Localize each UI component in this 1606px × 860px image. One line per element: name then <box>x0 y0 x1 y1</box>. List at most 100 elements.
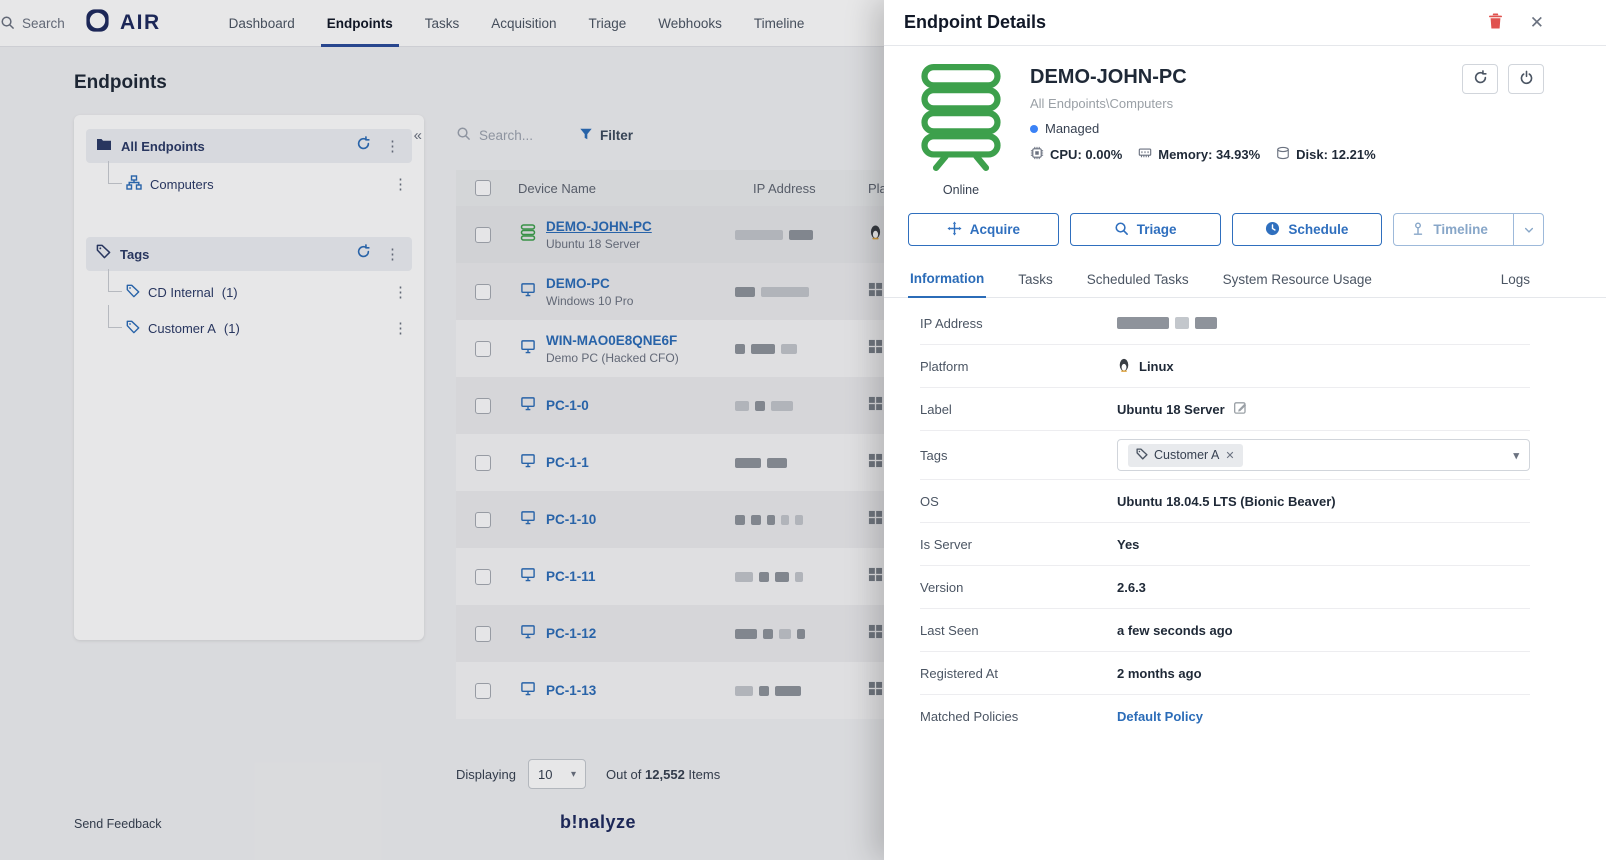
device-name-link[interactable]: PC-1-10 <box>546 512 596 527</box>
device-name-link[interactable]: PC-1-12 <box>546 626 596 641</box>
table-row[interactable]: DEMO-PC Windows 10 Pro <box>456 263 926 320</box>
tab-scheduled-tasks[interactable]: Scheduled Tasks <box>1085 272 1191 297</box>
refresh-endpoint-button[interactable] <box>1462 64 1498 94</box>
table-search-input[interactable]: Search... <box>456 126 533 144</box>
device-name-link[interactable]: PC-1-11 <box>546 569 596 584</box>
column-header-device[interactable]: Device Name <box>500 181 735 196</box>
tab-tasks[interactable]: Tasks <box>1016 272 1055 297</box>
kebab-menu-icon[interactable]: ⋮ <box>391 321 410 336</box>
nav-item-webhooks[interactable]: Webhooks <box>642 0 738 47</box>
tree-item-all-endpoints[interactable]: All Endpoints ⋮ <box>86 129 412 163</box>
disk-icon <box>1276 146 1290 163</box>
row-checkbox[interactable] <box>475 283 491 300</box>
table-row[interactable]: PC-1-11 <box>456 548 926 605</box>
shutdown-endpoint-button[interactable] <box>1508 64 1544 94</box>
tree-item-computers[interactable]: Computers ⋮ <box>86 161 412 199</box>
online-status: Online <box>942 183 980 197</box>
kebab-menu-icon[interactable]: ⋮ <box>383 247 402 262</box>
timeline-button[interactable]: Timeline <box>1393 213 1544 246</box>
nav-item-dashboard[interactable]: Dashboard <box>213 0 311 47</box>
managed-label: Managed <box>1045 121 1100 136</box>
table-row[interactable]: PC-1-12 <box>456 605 926 662</box>
delete-endpoint-button[interactable] <box>1483 8 1508 37</box>
tags-select[interactable]: Customer A ✕ ▾ <box>1117 439 1530 471</box>
tag-chip-label: Customer A <box>1154 448 1220 462</box>
page-size-select[interactable]: 10 ▾ <box>527 759 586 789</box>
tag-count: (1) <box>223 320 240 336</box>
managed-dot-icon <box>1030 124 1038 133</box>
tree-item-tags[interactable]: Tags ⋮ <box>86 237 412 271</box>
table-row[interactable]: PC-1-0 <box>456 377 926 434</box>
tree-item-tag-customer-a[interactable]: Customer A (1) ⋮ <box>86 305 412 343</box>
displaying-label: Displaying <box>456 766 516 782</box>
device-name-link[interactable]: PC-1-13 <box>546 683 596 698</box>
nav-item-timeline[interactable]: Timeline <box>738 0 821 47</box>
device-name-link[interactable]: PC-1-1 <box>546 455 589 470</box>
tab-logs[interactable]: Logs <box>1499 272 1532 297</box>
device-name-link[interactable]: DEMO-PC <box>546 276 633 291</box>
row-checkbox[interactable] <box>475 397 491 414</box>
kebab-menu-icon[interactable]: ⋮ <box>383 139 402 154</box>
tree-item-tag-cd-internal[interactable]: CD Internal (1) ⋮ <box>86 269 412 307</box>
device-name-link[interactable]: DEMO-JOHN-PC <box>546 219 652 234</box>
row-checkbox[interactable] <box>475 454 491 471</box>
close-icon[interactable]: ✕ <box>1530 13 1544 33</box>
tag-chip[interactable]: Customer A ✕ <box>1128 443 1243 467</box>
table-row[interactable]: PC-1-10 <box>456 491 926 548</box>
nav-item-acquisition[interactable]: Acquisition <box>475 0 572 47</box>
remove-tag-icon[interactable]: ✕ <box>1225 449 1234 462</box>
row-checkbox[interactable] <box>475 682 491 699</box>
kebab-menu-icon[interactable]: ⋮ <box>391 285 410 300</box>
table-row[interactable]: WIN-MAO0E8QNE6F Demo PC (Hacked CFO) <box>456 320 926 377</box>
redacted-ip <box>735 628 860 639</box>
detail-label: Matched Policies <box>920 709 1019 724</box>
monitor-icon <box>520 510 536 530</box>
tab-system-resource-usage[interactable]: System Resource Usage <box>1221 272 1374 297</box>
matched-policy-link[interactable]: Default Policy <box>1117 709 1203 724</box>
triage-button[interactable]: Triage <box>1069 213 1221 246</box>
windows-platform-icon <box>868 396 883 416</box>
select-all-checkbox[interactable] <box>475 180 491 196</box>
schedule-label: Schedule <box>1288 222 1349 237</box>
brand[interactable]: AIR <box>84 7 161 39</box>
device-name-link[interactable]: PC-1-0 <box>546 398 589 413</box>
tab-information[interactable]: Information <box>908 271 987 298</box>
row-checkbox[interactable] <box>475 568 491 585</box>
table-row[interactable]: DEMO-JOHN-PC Ubuntu 18 Server <box>456 206 926 263</box>
search-icon <box>0 15 15 33</box>
edit-icon[interactable] <box>1233 400 1248 418</box>
drawer-title: Endpoint Details <box>904 12 1047 32</box>
schedule-button[interactable]: Schedule <box>1231 213 1383 246</box>
device-summary: Online DEMO-JOHN-PC All Endpoints\Comput… <box>884 46 1606 197</box>
nav-item-tasks[interactable]: Tasks <box>409 0 476 47</box>
row-checkbox[interactable] <box>475 511 491 528</box>
refresh-icon[interactable] <box>356 244 371 264</box>
windows-platform-icon <box>868 681 883 701</box>
row-checkbox[interactable] <box>475 226 491 243</box>
nav-item-endpoints[interactable]: Endpoints <box>311 0 409 47</box>
filter-button[interactable]: Filter <box>579 127 633 144</box>
detail-label: Is Server <box>920 536 973 552</box>
redacted-ip <box>735 685 860 696</box>
endpoint-list: Search... Filter Device Name IP Address … <box>456 118 926 789</box>
refresh-icon[interactable] <box>356 136 371 156</box>
row-checkbox[interactable] <box>475 625 491 642</box>
kebab-menu-icon[interactable]: ⋮ <box>391 177 410 192</box>
detail-label: OS <box>920 493 939 509</box>
table-row[interactable]: PC-1-13 <box>456 662 926 719</box>
send-feedback-link[interactable]: Send Feedback <box>74 817 162 831</box>
triage-label: Triage <box>1136 222 1177 237</box>
column-header-ip[interactable]: IP Address <box>735 181 860 196</box>
detail-row-ip-address: IP Address <box>920 302 1530 345</box>
global-search[interactable]: Search <box>0 0 65 47</box>
timeline-dropdown[interactable] <box>1513 214 1543 245</box>
table-row[interactable]: PC-1-1 <box>456 434 926 491</box>
row-checkbox[interactable] <box>475 340 491 357</box>
monitor-icon <box>520 681 536 701</box>
acquire-button[interactable]: Acquire <box>908 213 1059 246</box>
nav-item-triage[interactable]: Triage <box>573 0 643 47</box>
redacted-ip <box>735 571 860 582</box>
windows-platform-icon <box>868 453 883 473</box>
device-name-link[interactable]: WIN-MAO0E8QNE6F <box>546 333 679 348</box>
collapse-panel-icon[interactable]: « <box>414 127 422 144</box>
